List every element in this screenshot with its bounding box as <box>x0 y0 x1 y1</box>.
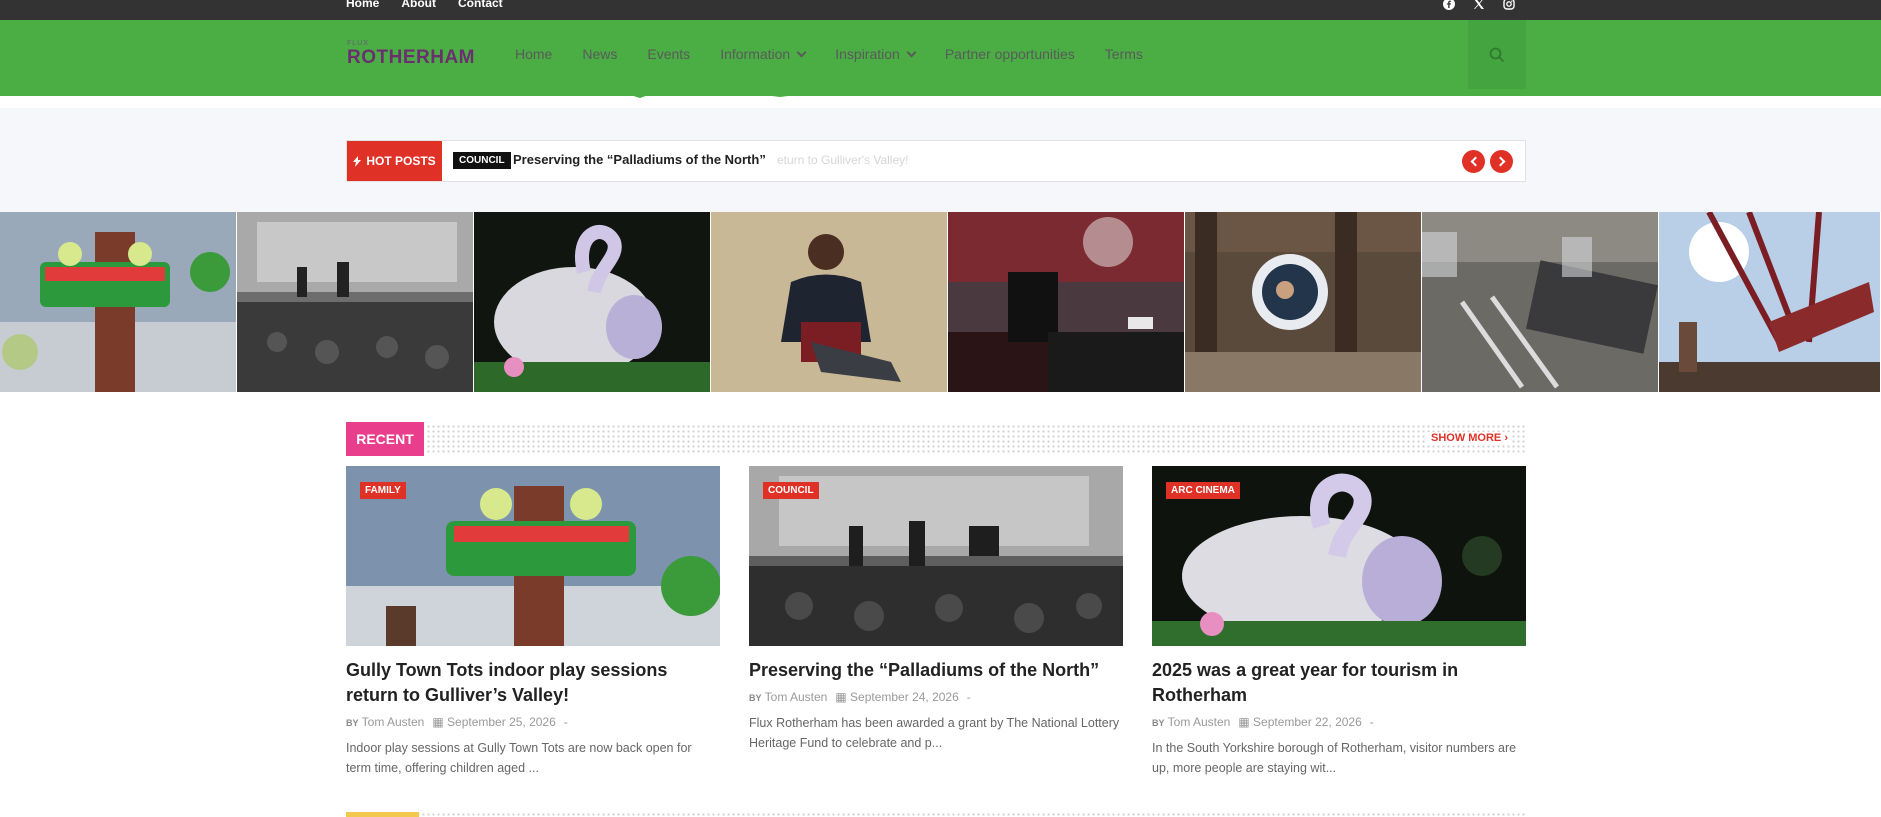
nav-item-inspiration[interactable]: Inspiration <box>835 46 917 62</box>
search-icon <box>1489 47 1505 62</box>
nav-item-information[interactable]: Information <box>720 46 807 62</box>
nav-item-events[interactable]: Events <box>647 46 690 62</box>
instagram-icon[interactable] <box>1503 0 1517 10</box>
nav-label: Home <box>515 46 553 62</box>
nav-label: Information <box>720 46 791 62</box>
carousel-slide-dining-table[interactable] <box>1422 212 1659 392</box>
by-label: BY <box>346 718 359 728</box>
show-more-text: SHOW MORE <box>1430 432 1502 444</box>
post-thumbnail[interactable]: FAMILY <box>346 466 720 646</box>
next-section-divider <box>346 812 1526 817</box>
post-meta: BY Tom Austen ▦ September 24, 2026 - <box>749 690 1123 704</box>
facebook-icon[interactable] <box>1443 0 1457 10</box>
social-links <box>1443 0 1517 10</box>
ticker-prev-button[interactable] <box>1462 150 1485 173</box>
post-thumbnail[interactable]: COUNCIL <box>749 466 1123 646</box>
site-logo[interactable]: FLUX ROTHERHAM <box>347 40 475 68</box>
nav-label: Inspiration <box>835 46 900 62</box>
ticker-next-button[interactable] <box>1490 150 1513 173</box>
nav-item-news[interactable]: News <box>582 46 617 62</box>
torn-edge-decoration <box>0 86 1881 98</box>
carousel-slide-concert-dj[interactable] <box>948 212 1185 392</box>
post-title[interactable]: 2025 was a great year for tourism in Rot… <box>1152 658 1526 708</box>
show-more-link[interactable]: SHOW MORE › <box>1426 432 1512 444</box>
lightning-icon <box>353 155 362 167</box>
post-meta: BY Tom Austen ▦ September 25, 2026 - <box>346 715 720 729</box>
nav-label: News <box>582 46 618 62</box>
post-card: ARC CINEMA 2025 was a great year for tou… <box>1152 466 1526 778</box>
nav-label: Terms <box>1104 46 1143 62</box>
post-meta: BY Tom Austen ▦ September 22, 2026 - <box>1152 715 1526 729</box>
meta-separator: - <box>563 715 568 729</box>
top-bar: Home About Contact <box>0 0 1881 20</box>
post-date: September 24, 2026 <box>850 690 959 704</box>
carousel-slide-pirate-ship-ride[interactable] <box>1659 212 1881 392</box>
ticker-category-badge[interactable]: COUNCIL <box>453 152 511 169</box>
meta-separator: - <box>1369 715 1374 729</box>
category-badge[interactable]: COUNCIL <box>763 482 819 499</box>
author-link[interactable]: Tom Austen <box>1168 715 1231 729</box>
post-date: September 22, 2026 <box>1253 715 1362 729</box>
meta-separator: - <box>966 690 971 704</box>
nav-label: Events <box>647 46 691 62</box>
category-badge[interactable]: FAMILY <box>360 482 406 499</box>
chevron-left-icon <box>1470 156 1480 167</box>
hot-posts-label: HOT POSTS <box>347 141 442 181</box>
post-thumbnail[interactable]: ARC CINEMA <box>1152 466 1526 646</box>
next-section-label-edge <box>346 812 419 817</box>
recent-section-header: RECENT SHOW MORE › <box>346 422 1526 456</box>
nav-label: Partner opportunities <box>944 46 1075 62</box>
dotted-divider <box>426 424 1526 454</box>
carousel-slide-portrait[interactable] <box>711 212 948 392</box>
carousel-slide-egg-chair[interactable] <box>1185 212 1422 392</box>
image-carousel <box>0 212 1881 392</box>
top-nav-home[interactable]: Home <box>346 0 379 9</box>
nav-item-home[interactable]: Home <box>515 46 552 62</box>
carousel-slide-play-ride[interactable] <box>0 212 237 392</box>
post-excerpt: Indoor play sessions at Gully Town Tots … <box>346 741 692 775</box>
post-title[interactable]: Gully Town Tots indoor play sessions ret… <box>346 658 720 708</box>
calendar-icon: ▦ <box>432 715 444 729</box>
calendar-icon: ▦ <box>1238 715 1250 729</box>
calendar-icon: ▦ <box>835 690 847 704</box>
chevron-right-icon <box>1495 156 1505 167</box>
chevron-down-icon <box>796 47 807 57</box>
top-nav-about[interactable]: About <box>401 0 436 9</box>
author-link[interactable]: Tom Austen <box>765 690 828 704</box>
post-excerpt: Flux Rotherham has been awarded a grant … <box>749 716 1120 750</box>
top-nav-contact[interactable]: Contact <box>458 0 503 9</box>
recent-label: RECENT <box>346 422 424 456</box>
carousel-slide-lantern-swan[interactable] <box>474 212 711 392</box>
nav-item-partner-opportunities[interactable]: Partner opportunities <box>945 46 1075 62</box>
x-twitter-icon[interactable] <box>1473 0 1487 9</box>
by-label: BY <box>749 693 762 703</box>
post-card: COUNCIL Preserving the “Palladiums of th… <box>749 466 1123 753</box>
chevron-right-icon: › <box>1504 432 1508 444</box>
carousel-slide-vintage-stage[interactable] <box>237 212 474 392</box>
post-date: September 25, 2026 <box>447 715 556 729</box>
ticker-headline[interactable]: Preserving the “Palladiums of the North” <box>513 152 766 167</box>
news-ticker: HOT POSTS COUNCIL Preserving the “Pallad… <box>346 140 1526 182</box>
ticker-next-headline: eturn to Gulliver's Valley! <box>777 153 909 167</box>
post-title[interactable]: Preserving the “Palladiums of the North” <box>749 658 1123 683</box>
post-excerpt: In the South Yorkshire borough of Rother… <box>1152 741 1517 775</box>
search-button[interactable] <box>1468 20 1526 89</box>
hot-posts-text: HOT POSTS <box>366 154 436 168</box>
chevron-down-icon <box>906 47 917 57</box>
logo-main-text: ROTHERHAM <box>347 47 475 68</box>
category-badge[interactable]: ARC CINEMA <box>1166 482 1240 499</box>
nav-item-terms[interactable]: Terms <box>1105 46 1143 62</box>
top-nav: Home About Contact <box>346 0 525 9</box>
author-link[interactable]: Tom Austen <box>362 715 425 729</box>
by-label: BY <box>1152 718 1165 728</box>
post-card: FAMILY Gully Town Tots indoor play sessi… <box>346 466 720 778</box>
main-nav: Home News Events Information Inspiration… <box>515 46 1173 62</box>
